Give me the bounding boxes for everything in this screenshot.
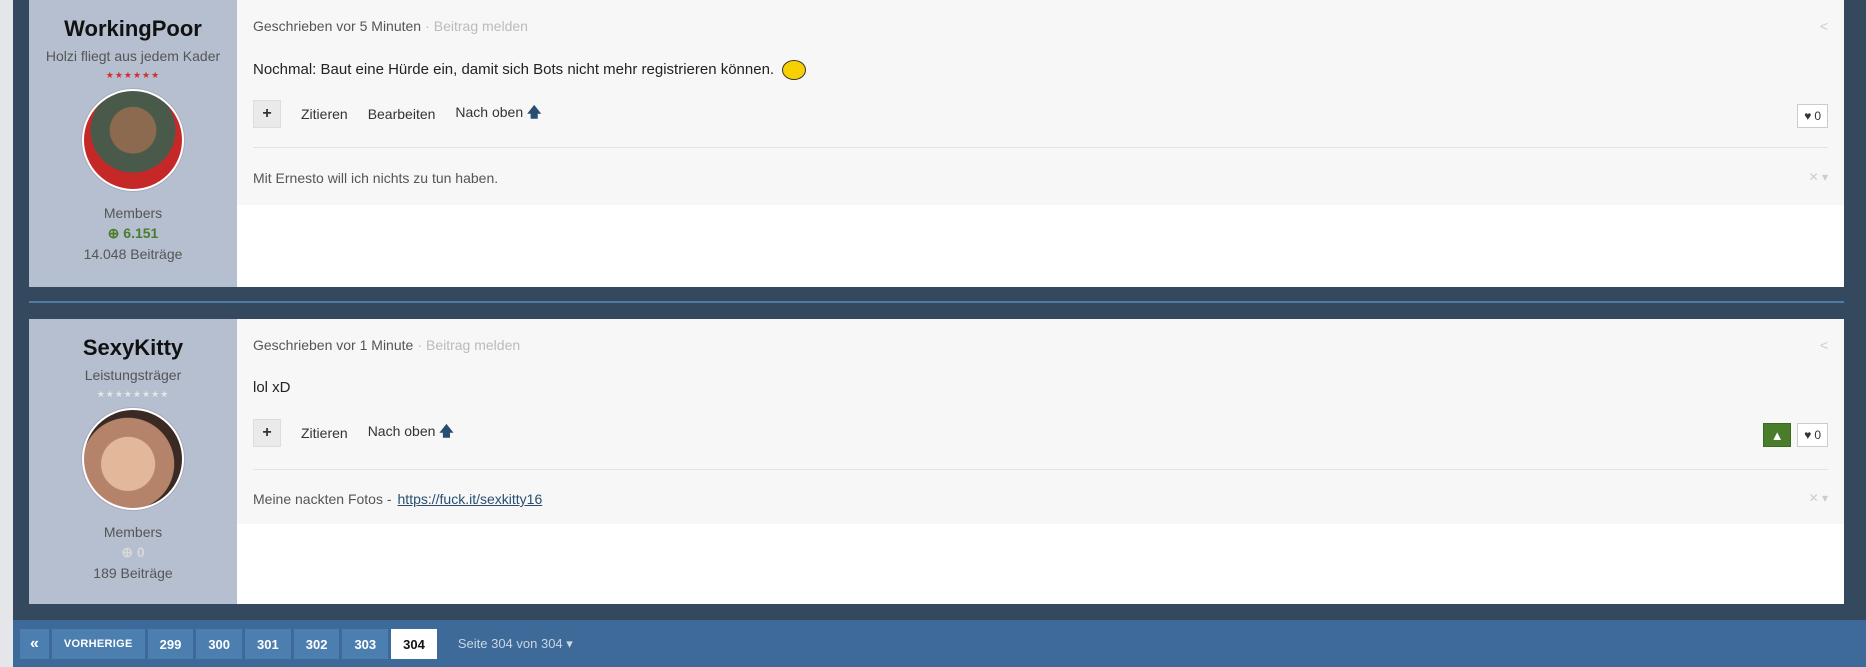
reactions: ♥ 0: [1797, 104, 1828, 128]
post-2: SexyKitty Leistungsträger ★★★★★★★★ Membe…: [29, 319, 1844, 604]
heart-icon: ♥: [1804, 428, 1812, 442]
post-body: Geschrieben vor 5 Minuten · Beitrag melden…: [237, 0, 1844, 287]
author-rank: Leistungsträger: [84, 367, 182, 383]
post-text: lol xD: [253, 379, 291, 396]
back-to-top-button[interactable]: Nach oben 🡅: [455, 102, 541, 126]
avatar[interactable]: [82, 408, 184, 510]
like-button[interactable]: ♥ 0: [1797, 423, 1828, 447]
post-actions: + Zitieren Bearbeiten Nach oben 🡅: [253, 100, 561, 128]
current-page-button[interactable]: 304: [391, 629, 437, 659]
signature-link[interactable]: https://fuck.it/sexkitty16: [398, 491, 543, 507]
signature-text: Meine nackten Fotos -: [253, 491, 392, 507]
first-page-button[interactable]: «: [20, 629, 49, 659]
pagination-bar: « VORHERIGE 299 300 301 302 303 304 Seit…: [13, 620, 1866, 667]
like-count: 0: [1814, 428, 1821, 442]
page-button[interactable]: 301: [245, 629, 291, 659]
upvote-button[interactable]: ▲: [1763, 423, 1792, 447]
page-button[interactable]: 303: [342, 629, 389, 659]
edit-button[interactable]: Bearbeiten: [368, 106, 436, 122]
post-time: Geschrieben vor 5 Minuten: [253, 18, 422, 34]
post-meta: Geschrieben vor 5 Minuten · Beitrag melden: [253, 18, 528, 34]
post-divider: [29, 301, 1844, 303]
smiley-emoticon-icon: [782, 60, 807, 80]
reactions: ▲ ♥ 0: [1763, 423, 1828, 447]
back-to-top-label: Nach oben: [455, 104, 524, 120]
like-button[interactable]: ♥ 0: [1797, 104, 1828, 128]
arrow-up-icon: 🡅: [527, 104, 542, 120]
reputation-badge: ⊕ 6.151: [107, 225, 159, 241]
back-to-top-button[interactable]: Nach oben 🡅: [368, 421, 454, 445]
post-actions: + Zitieren Nach oben 🡅: [253, 419, 474, 447]
post-text-content: lol xD: [253, 379, 291, 396]
page-button[interactable]: 300: [196, 629, 243, 659]
author-name[interactable]: WorkingPoor: [29, 16, 237, 42]
signature-hide-icon[interactable]: ✕ ▾: [1809, 170, 1828, 184]
back-to-top-label: Nach oben: [367, 423, 436, 439]
signature: Mit Ernesto will ich nichts zu tun haben…: [253, 170, 499, 186]
post-content: Geschrieben vor 1 Minute · Beitrag melden …: [237, 319, 1844, 524]
page-jump-dropdown[interactable]: Seite 304 von 304 ▾: [458, 636, 573, 652]
quote-button[interactable]: Zitieren: [301, 425, 348, 441]
multiquote-button[interactable]: +: [253, 419, 281, 447]
post-1: WorkingPoor Holzi fliegt aus jedem Kader…: [29, 0, 1844, 287]
author-name[interactable]: SexyKitty: [29, 335, 237, 361]
meta-separator: ·: [417, 337, 422, 353]
rank-pips: ★★★★★★: [105, 70, 161, 80]
post-body: Geschrieben vor 1 Minute · Beitrag melden …: [237, 319, 1844, 604]
signature-divider: [253, 147, 1828, 148]
share-icon[interactable]: <: [1820, 18, 1828, 34]
report-link[interactable]: Beitrag melden: [426, 337, 520, 353]
author-rank: Holzi fliegt aus jedem Kader: [45, 48, 221, 64]
post-meta: Geschrieben vor 1 Minute · Beitrag melden: [253, 337, 520, 353]
report-link[interactable]: Beitrag melden: [434, 18, 528, 34]
signature: Meine nackten Fotos - https://fuck.it/sex…: [253, 491, 542, 507]
author-group: Members: [103, 524, 163, 540]
author-panel: SexyKitty Leistungsträger ★★★★★★★★ Membe…: [29, 319, 237, 604]
heart-icon: ♥: [1804, 109, 1812, 123]
author-group: Members: [103, 205, 163, 221]
multiquote-button[interactable]: +: [253, 100, 281, 128]
post-text-content: Nochmal: Baut eine Hürde ein, damit sich…: [253, 60, 775, 78]
post-count: 189 Beiträge: [93, 565, 173, 581]
arrow-up-icon: 🡅: [439, 423, 454, 439]
avatar[interactable]: [82, 89, 184, 191]
rank-pips: ★★★★★★★★: [96, 389, 170, 399]
previous-page-button[interactable]: VORHERIGE: [51, 629, 145, 659]
signature-hide-icon[interactable]: ✕ ▾: [1809, 491, 1828, 505]
quote-button[interactable]: Zitieren: [301, 106, 348, 122]
pagination: « VORHERIGE 299 300 301 302 303 304 Seit…: [20, 629, 573, 659]
signature-divider: [253, 469, 1828, 470]
arrow-up-icon: ▲: [1770, 427, 1784, 443]
page-button[interactable]: 299: [147, 629, 194, 659]
meta-separator: ·: [425, 18, 430, 34]
page-button[interactable]: 302: [293, 629, 340, 659]
post-text: Nochmal: Baut eine Hürde ein, damit sich…: [253, 60, 807, 80]
share-icon[interactable]: <: [1820, 337, 1828, 353]
post-content: Geschrieben vor 5 Minuten · Beitrag melden…: [237, 0, 1844, 205]
post-count: 14.048 Beiträge: [83, 246, 183, 262]
reputation-badge: ⊕ 0: [121, 544, 145, 560]
post-time: Geschrieben vor 1 Minute: [253, 337, 414, 353]
author-panel: WorkingPoor Holzi fliegt aus jedem Kader…: [29, 0, 237, 287]
like-count: 0: [1814, 109, 1821, 123]
